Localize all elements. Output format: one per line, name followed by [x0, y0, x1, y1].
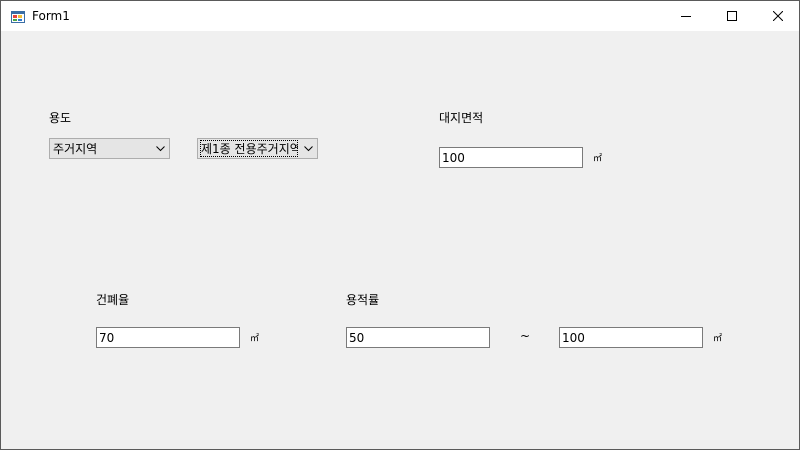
chevron-down-icon[interactable]: [300, 139, 317, 158]
floor-area-ratio-min-input[interactable]: [346, 327, 490, 348]
form1-window: Form1 용도 주거지역 제1종 전용주거지역 대지면적 ㎡ 건폐율: [0, 0, 800, 450]
usage-zone-value: 주거지역: [53, 142, 98, 156]
maximize-button[interactable]: [709, 1, 755, 31]
windows-form-icon: [11, 9, 25, 23]
close-icon: [773, 11, 783, 21]
usage-zone-dropdown[interactable]: 주거지역: [49, 138, 170, 159]
floor-area-ratio-label: 용적률: [346, 293, 380, 307]
building-coverage-unit: ㎡: [250, 334, 260, 344]
window-title: Form1: [32, 9, 70, 23]
minimize-button[interactable]: [663, 1, 709, 31]
land-area-input[interactable]: [439, 147, 583, 168]
floor-area-ratio-unit: ㎡: [713, 334, 723, 344]
floor-area-ratio-max-input[interactable]: [559, 327, 703, 348]
building-coverage-input[interactable]: [96, 327, 240, 348]
building-coverage-label: 건폐율: [96, 293, 130, 307]
title-bar[interactable]: Form1: [1, 1, 799, 31]
close-button[interactable]: [755, 1, 800, 31]
usage-district-dropdown[interactable]: 제1종 전용주거지역: [197, 138, 318, 159]
chevron-down-icon[interactable]: [152, 139, 169, 158]
form-client-area: 용도 주거지역 제1종 전용주거지역 대지면적 ㎡ 건폐율 ㎡ 용적률 ~ ㎡: [1, 31, 799, 449]
usage-label: 용도: [49, 111, 72, 125]
maximize-icon: [727, 11, 737, 21]
range-separator: ~: [520, 329, 531, 343]
minimize-icon: [681, 16, 691, 17]
usage-district-value: 제1종 전용주거지역: [200, 140, 298, 157]
land-area-label: 대지면적: [439, 111, 484, 125]
land-area-unit: ㎡: [593, 154, 603, 164]
